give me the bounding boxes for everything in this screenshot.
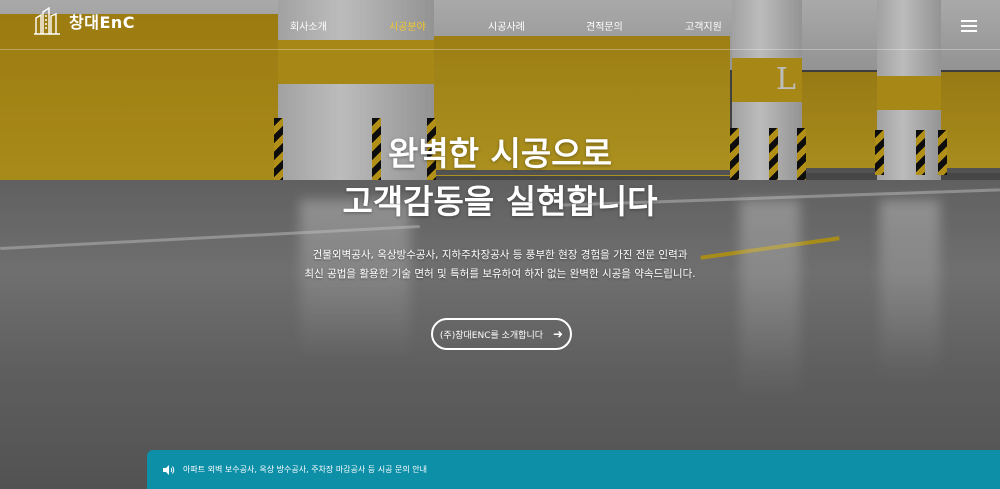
nav-item-estimate[interactable]: 견적문의 (586, 18, 623, 33)
hero: 완벽한 시공으로 고객감동을 실현합니다 건물외벽공사, 옥상방수공사, 지하주… (0, 130, 1000, 284)
nav-item-construction-fields[interactable]: 시공분야 (389, 18, 426, 33)
logo[interactable]: 창대EnC (33, 6, 135, 36)
nav-item-cases[interactable]: 시공사례 (488, 18, 525, 33)
brand-name: 창대EnC (69, 13, 136, 32)
site-header: 창대EnC 회사소개 시공분야 시공사례 견적문의 고객지원 (0, 0, 1000, 50)
header-divider (0, 49, 1000, 50)
notice-text[interactable]: 아파트 외벽 보수공사, 옥상 방수공사, 주차장 마감공사 등 시공 문의 안… (183, 464, 427, 475)
hamburger-menu-icon[interactable] (961, 20, 977, 32)
hero-title: 완벽한 시공으로 고객감동을 실현합니다 (0, 130, 1000, 226)
hero-description: 건물외벽공사, 옥상방수공사, 지하주차장공사 등 풍부한 현장 경험을 가진 … (0, 246, 1000, 284)
hero-title-line1: 완벽한 시공으로 (387, 134, 612, 173)
nav-item-company[interactable]: 회사소개 (290, 18, 327, 33)
building-logo-icon (34, 6, 60, 35)
nav-item-support[interactable]: 고객지원 (685, 18, 722, 33)
speaker-icon (163, 464, 175, 475)
arrow-right-icon: ➜ (553, 327, 564, 341)
hero-desc-line1: 건물외벽공사, 옥상방수공사, 지하주차장공사 등 풍부한 현장 경험을 가진 … (312, 249, 688, 261)
company-intro-button[interactable]: (주)창대ENC를 소개합니다 ➜ (431, 318, 572, 350)
hero-title-line2: 고객감동을 실현합니다 (342, 182, 658, 221)
hero-desc-line2: 최신 공법을 활용한 기술 면허 및 특허를 보유하여 하자 없는 완벽한 시공… (304, 268, 696, 280)
cta-label: (주)창대ENC를 소개합니다 (439, 330, 544, 341)
notice-bar: 아파트 외벽 보수공사, 옥상 방수공사, 주차장 마감공사 등 시공 문의 안… (147, 450, 1000, 489)
